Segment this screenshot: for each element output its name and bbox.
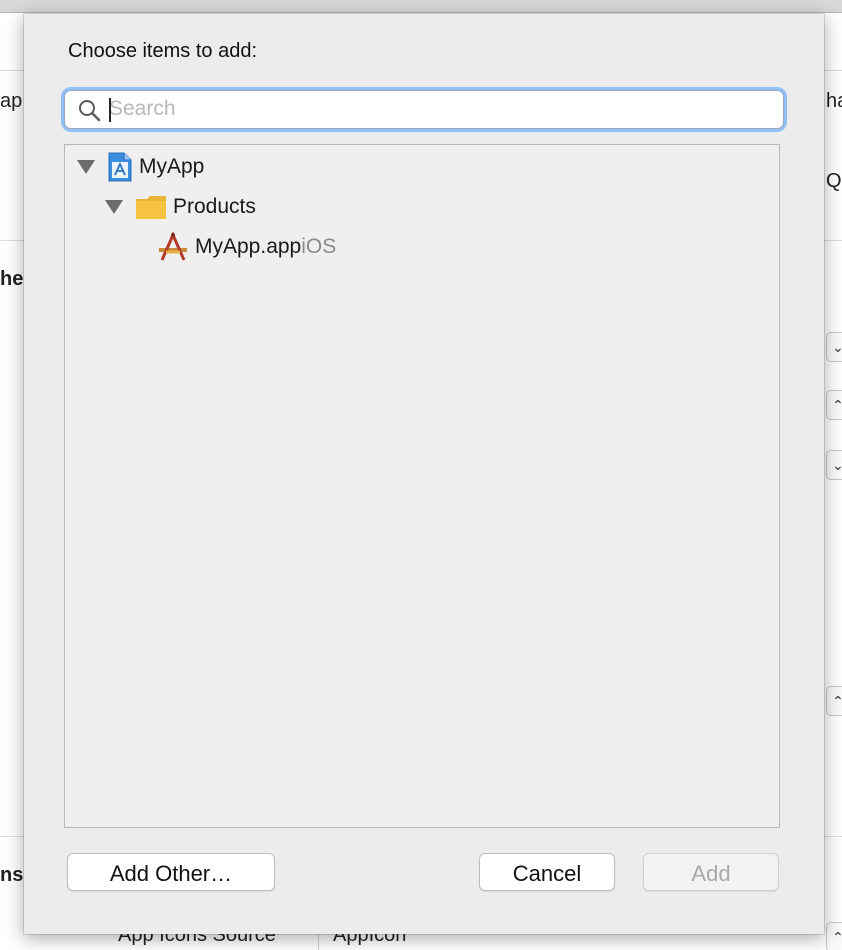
platform-suffix: iOS (301, 235, 337, 258)
add-other-button[interactable]: Add Other… (67, 853, 275, 891)
choose-items-sheet: Choose items to add: MyApp (24, 14, 824, 934)
background-text-fragment: ns (0, 864, 24, 886)
disclosure-triangle-icon[interactable] (105, 200, 123, 214)
dialog-title: Choose items to add: (68, 40, 257, 62)
tree-item-label: MyApp (139, 155, 205, 178)
cancel-button[interactable]: Cancel (479, 853, 615, 891)
text-caret (109, 98, 111, 122)
popup-chevron[interactable]: ⌄ (826, 450, 842, 480)
add-button[interactable]: Add (643, 853, 779, 891)
tree-item-myapp-app[interactable]: MyApp.app iOS (157, 229, 336, 265)
background-text-fragment: ha (826, 90, 842, 112)
app-product-icon (159, 232, 187, 261)
search-icon (79, 100, 101, 122)
popup-stepper[interactable]: ⌃ (826, 686, 842, 716)
search-input[interactable] (109, 94, 769, 124)
background-text-fragment: QL (826, 170, 842, 192)
background-toolbar (0, 0, 842, 13)
xcode-project-icon (108, 152, 132, 182)
background-text-fragment: ap (0, 90, 23, 112)
tree-item-label: MyApp.app (195, 235, 302, 258)
folder-icon (136, 196, 166, 219)
popup-stepper[interactable]: ⌃ (826, 922, 842, 950)
tree-item-myapp[interactable]: MyApp (77, 149, 204, 185)
search-field[interactable] (64, 90, 784, 129)
popup-chevron[interactable]: ⌄ (826, 332, 842, 362)
disclosure-triangle-icon[interactable] (77, 160, 95, 174)
tree-item-products[interactable]: Products (105, 189, 256, 225)
items-tree[interactable]: MyApp Products MyApp.app iOS (64, 144, 780, 828)
popup-stepper[interactable]: ⌃ (826, 390, 842, 420)
tree-item-label: Products (173, 195, 256, 218)
